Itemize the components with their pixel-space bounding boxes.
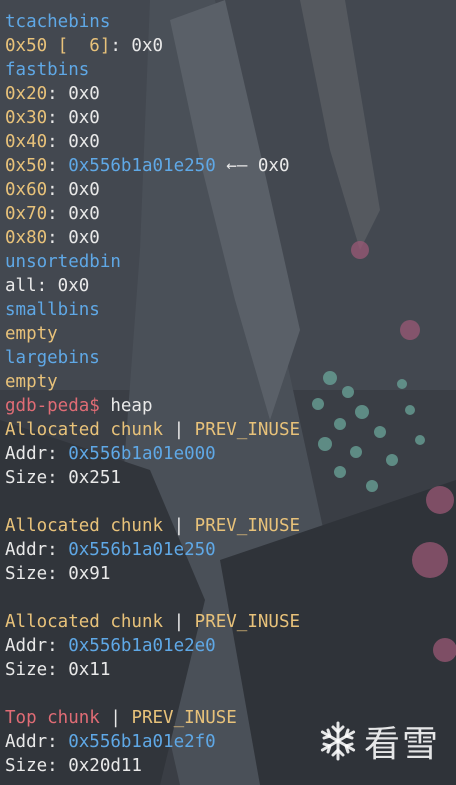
terminal-line: all: 0x0 [5,274,300,298]
addr-label: Addr: [5,732,69,752]
chunk-flag: PREV_INUSE [194,612,301,632]
chunk-flag: PREV_INUSE [194,420,301,440]
bin-heading: fastbins [5,60,90,80]
terminal-line: empty [5,370,300,394]
addr-label: Addr: [5,444,69,464]
terminal-line: Size: 0x251 [5,466,300,490]
bin-heading: tcachebins [5,12,111,32]
link-text: ←— 0x0 [215,156,290,176]
output-text: heap [99,396,153,416]
address-value: 0x556b1a01e250 [68,156,216,176]
terminal-line: Allocated chunk | PREV_INUSE [5,514,300,538]
terminal-line: 0x40: 0x0 [5,130,300,154]
bin-size: 0x20 [5,84,48,104]
bin-size: empty [5,372,58,392]
separator: | [163,516,195,536]
gdb-prompt: gdb-peda$ [5,396,100,416]
separator: | [163,612,195,632]
terminal-line: fastbins [5,58,300,82]
chunk-type: Top chunk [5,708,100,728]
bin-size: 0x50 [5,156,48,176]
terminal-line: Size: 0x20d11 [5,754,300,778]
bin-size: 0x30 [5,108,48,128]
bin-heading: smallbins [5,300,100,320]
bin-size: 0x70 [5,204,48,224]
terminal-line: Addr: 0x556b1a01e2f0 [5,730,300,754]
output-text: : 0x0 [47,84,100,104]
terminal-line: empty [5,322,300,346]
chunk-type: Allocated chunk [5,420,164,440]
output-text: : 0x0 [47,180,100,200]
bin-size: 0x50 [ 6] [5,36,111,56]
terminal-line: Addr: 0x556b1a01e250 [5,538,300,562]
output-text: : 0x0 [47,204,100,224]
address-value: 0x556b1a01e250 [68,540,216,560]
separator: | [99,708,132,728]
terminal-line: Size: 0x91 [5,562,300,586]
terminal-line: tcachebins [5,10,300,34]
terminal-line: smallbins [5,298,300,322]
terminal-line: 0x80: 0x0 [5,226,300,250]
terminal-line: Size: 0x11 [5,658,300,682]
terminal-line: 0x70: 0x0 [5,202,300,226]
bin-size: empty [5,324,58,344]
output-text: Size: 0x20d11 [5,756,142,776]
bin-size: 0x80 [5,228,48,248]
terminal-line: Allocated chunk | PREV_INUSE [5,418,300,442]
bin-heading: largebins [5,348,100,368]
output-text: Size: 0x251 [5,468,121,488]
output-text: : 0x0 [47,228,100,248]
separator: : [47,156,69,176]
chunk-flag: PREV_INUSE [131,708,237,728]
chunk-type: Allocated chunk [5,612,164,632]
snowflake-icon [320,721,356,761]
terminal-line: 0x50: 0x556b1a01e250 ←— 0x0 [5,154,300,178]
addr-label: Addr: [5,636,69,656]
terminal-line: gdb-peda$ heap [5,394,300,418]
terminal-line: Top chunk | PREV_INUSE [5,706,300,730]
chunk-type: Allocated chunk [5,516,164,536]
output-text: : 0x0 [110,36,164,56]
output-text: : 0x0 [47,108,100,128]
terminal-line: largebins [5,346,300,370]
terminal-line: 0x50 [ 6]: 0x0 [5,34,300,58]
terminal-line: Addr: 0x556b1a01e2e0 [5,634,300,658]
separator: | [163,420,195,440]
watermark: 看雪 [318,715,440,767]
terminal-line: 0x30: 0x0 [5,106,300,130]
output-text: all: 0x0 [5,276,90,296]
bin-heading: unsortedbin [5,252,121,272]
output-text: Size: 0x91 [5,564,111,584]
terminal-output: tcachebins 0x50 [ 6]: 0x0 fastbins 0x20: 0x… [5,10,300,778]
watermark-text: 看雪 [363,724,440,765]
bin-size: 0x40 [5,132,48,152]
address-value: 0x556b1a01e000 [68,444,216,464]
terminal-line: 0x20: 0x0 [5,82,300,106]
terminal-line: Addr: 0x556b1a01e000 [5,442,300,466]
chunk-flag: PREV_INUSE [194,516,301,536]
output-text: Size: 0x11 [5,660,111,680]
address-value: 0x556b1a01e2f0 [68,732,216,752]
terminal-line: unsortedbin [5,250,300,274]
output-text: : 0x0 [47,132,100,152]
addr-label: Addr: [5,540,69,560]
terminal-line: 0x60: 0x0 [5,178,300,202]
address-value: 0x556b1a01e2e0 [68,636,216,656]
bin-size: 0x60 [5,180,48,200]
terminal-line: Allocated chunk | PREV_INUSE [5,610,300,634]
